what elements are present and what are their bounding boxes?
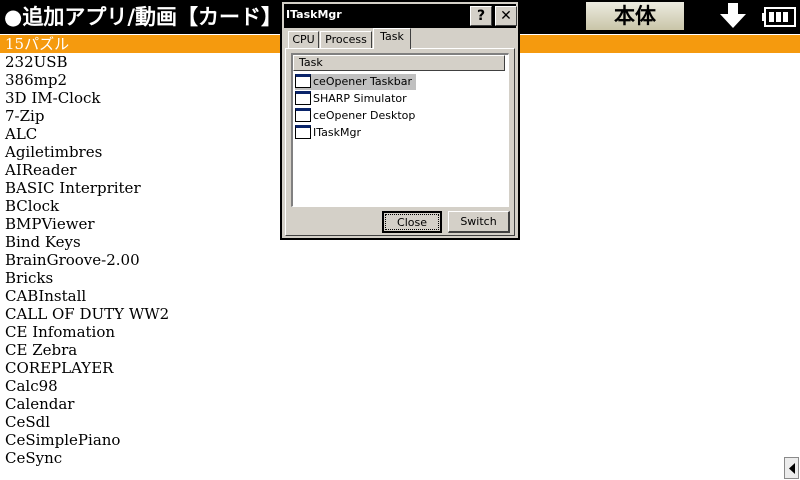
help-button[interactable]: ? bbox=[470, 6, 492, 26]
task-label: ITaskMgr bbox=[313, 126, 361, 139]
list-item[interactable]: CABInstall bbox=[0, 287, 800, 305]
task-label: ceOpener Taskbar bbox=[313, 75, 412, 88]
window-icon bbox=[295, 74, 311, 88]
task-row[interactable]: ceOpener Taskbar bbox=[295, 74, 416, 90]
task-row[interactable]: ITaskMgr bbox=[295, 125, 365, 141]
list-item[interactable]: Calendar bbox=[0, 395, 800, 413]
list-item[interactable]: CeSync bbox=[0, 449, 800, 467]
task-manager-dialog: ITaskMgr ? ✕ CPU Process Task Task ceOpe… bbox=[280, 0, 520, 240]
task-column-header[interactable]: Task bbox=[293, 55, 505, 71]
switch-button[interactable]: Switch bbox=[448, 211, 510, 233]
tab-cpu[interactable]: CPU bbox=[288, 31, 319, 49]
list-item[interactable]: CeSdl bbox=[0, 413, 800, 431]
window-icon bbox=[295, 108, 311, 122]
list-item[interactable]: CeSimplePiano bbox=[0, 431, 800, 449]
tab-task[interactable]: Task bbox=[373, 28, 411, 49]
main-body-button[interactable]: 本体 bbox=[586, 2, 684, 30]
triangle-left-icon bbox=[789, 463, 795, 474]
window-icon bbox=[295, 125, 311, 139]
folder-title: ●追加アプリ/動画【カード】 bbox=[4, 5, 282, 29]
dialog-titlebar[interactable]: ITaskMgr ? ✕ bbox=[284, 4, 517, 28]
task-list: Task ceOpener Taskbar SHARP Simulator ce… bbox=[291, 53, 509, 207]
list-item[interactable]: Bricks bbox=[0, 269, 800, 287]
list-item[interactable]: CALL OF DUTY WW2 bbox=[0, 305, 800, 323]
dialog-title: ITaskMgr bbox=[286, 8, 342, 21]
list-item[interactable]: BrainGroove-2.00 bbox=[0, 251, 800, 269]
close-x-button[interactable]: ✕ bbox=[495, 6, 517, 26]
task-row[interactable]: SHARP Simulator bbox=[295, 91, 411, 107]
task-label: SHARP Simulator bbox=[313, 92, 407, 105]
task-row[interactable]: ceOpener Desktop bbox=[295, 108, 419, 124]
close-button[interactable]: Close bbox=[382, 211, 442, 233]
tab-process[interactable]: Process bbox=[320, 31, 372, 49]
battery-icon bbox=[762, 7, 796, 27]
scroll-left-button[interactable] bbox=[784, 457, 799, 479]
list-item[interactable]: CE Infomation bbox=[0, 323, 800, 341]
down-arrow-icon[interactable] bbox=[718, 3, 748, 29]
list-item[interactable]: Calc98 bbox=[0, 377, 800, 395]
list-item[interactable]: CE Zebra bbox=[0, 341, 800, 359]
window-icon bbox=[295, 91, 311, 105]
task-label: ceOpener Desktop bbox=[313, 109, 416, 122]
list-item[interactable]: COREPLAYER bbox=[0, 359, 800, 377]
